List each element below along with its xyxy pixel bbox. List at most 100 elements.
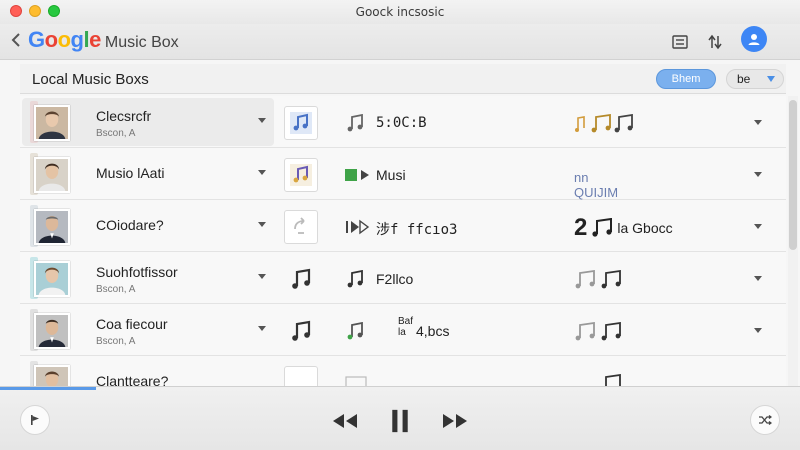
minimize-window-button[interactable]: [29, 5, 41, 17]
section-select[interactable]: be: [726, 69, 784, 89]
music-tile[interactable]: [284, 262, 318, 296]
track-type: [345, 166, 373, 184]
list-item[interactable]: COiodare? 涉f ffcıo3 2 la Gbocc: [20, 200, 786, 252]
document-icon: [345, 376, 367, 386]
queue-button[interactable]: [20, 405, 50, 435]
select-value: be: [737, 72, 751, 86]
album-thumbnail: [30, 257, 72, 299]
artist-photo: [34, 313, 70, 349]
title-bar: Goock incsosic: [0, 0, 800, 24]
account-button[interactable]: [741, 26, 767, 52]
track-tags: [574, 269, 624, 291]
zoom-window-button[interactable]: [48, 5, 60, 17]
track-tags: [574, 321, 624, 343]
track-duration: 5:0C:B: [376, 115, 427, 131]
shuffle-icon: [759, 415, 772, 425]
window-title: Goock incsosic: [355, 5, 445, 19]
music-note-icon: [290, 164, 312, 186]
music-note-icon: [347, 114, 363, 132]
row-subtitle: Bscon, A: [96, 336, 136, 347]
list-item[interactable]: Clantteare?: [20, 356, 786, 386]
artist-photo: [34, 365, 70, 386]
row-expand-toggle[interactable]: [754, 120, 762, 125]
track-tags: [574, 373, 624, 386]
track-type: [345, 322, 373, 340]
app-name: Music Box: [104, 34, 179, 51]
list-scrollbar[interactable]: [788, 96, 798, 386]
track-tags: nn QUIJIM: [574, 165, 619, 200]
music-tile[interactable]: [284, 106, 318, 140]
music-tile[interactable]: [284, 158, 318, 192]
rewind-icon: [333, 414, 357, 428]
chevron-left-icon: [11, 33, 20, 47]
row-options-toggle[interactable]: [258, 326, 266, 331]
fast-forward-button[interactable]: [440, 407, 470, 435]
track-type: [345, 374, 373, 386]
user-icon: [748, 34, 760, 45]
share-arrow-icon: [294, 217, 305, 234]
player-bar: [0, 386, 800, 450]
green-square-icon: [345, 169, 369, 181]
close-window-button[interactable]: [10, 5, 22, 17]
track-tags: 2 la Gbocc: [574, 214, 673, 241]
playback-progress[interactable]: [0, 387, 96, 390]
row-expand-toggle[interactable]: [754, 172, 762, 177]
sort-icon: [708, 34, 722, 50]
music-notes-icon: [605, 374, 621, 386]
person-portrait-icon: [36, 211, 68, 243]
flag-icon: [31, 415, 39, 425]
row-subtitle: Bscon, A: [96, 284, 136, 295]
row-expand-toggle[interactable]: [754, 224, 762, 229]
music-box-list: Clecsrcfr Bscon, A 5:0C:B Musio lAati Mu…: [20, 96, 786, 386]
app-brand: Google Music Box: [28, 27, 179, 53]
rewind-button[interactable]: [330, 407, 360, 435]
logo-letter: o: [57, 27, 71, 52]
row-expand-toggle[interactable]: [754, 328, 762, 333]
shuffle-button[interactable]: [750, 405, 780, 435]
row-options-toggle[interactable]: [258, 222, 266, 227]
album-thumbnail: [30, 205, 72, 247]
logo-letter: G: [28, 27, 45, 52]
row-subtitle: Bscon, A: [96, 128, 136, 139]
pause-button[interactable]: [385, 407, 415, 435]
section-action-button[interactable]: Bhem: [656, 69, 716, 89]
row-options-toggle[interactable]: [258, 170, 266, 175]
artist-photo: [34, 261, 70, 297]
music-note-icon: [292, 320, 311, 341]
pause-icon: [392, 409, 408, 433]
list-item[interactable]: Clecsrcfr Bscon, A 5:0C:B: [20, 96, 786, 148]
track-duration: 涉f ffcıo3: [376, 222, 458, 238]
list-item[interactable]: Musio lAati Musi nn QUIJIM: [20, 148, 786, 200]
track-tag-text: nn QUIJIM: [574, 170, 619, 200]
skip-next-icon: [346, 219, 370, 235]
person-portrait-icon: [36, 159, 68, 191]
back-button[interactable]: [8, 28, 24, 52]
logo-letter: o: [44, 27, 58, 52]
music-tile[interactable]: [284, 366, 318, 386]
list-item[interactable]: Suohfotfissor Bscon, A F2llco: [20, 252, 786, 304]
music-tile[interactable]: [284, 314, 318, 348]
person-portrait-icon: [36, 367, 68, 386]
row-expand-toggle[interactable]: [754, 276, 762, 281]
row-options-toggle[interactable]: [258, 274, 266, 279]
artist-photo: [34, 209, 70, 245]
music-tile[interactable]: [284, 210, 318, 244]
track-type: [345, 218, 373, 236]
track-number: 2: [574, 214, 588, 241]
row-title: Clantteare?: [96, 373, 169, 386]
scrollbar-thumb[interactable]: [789, 100, 797, 250]
row-title: Musio lAati: [96, 165, 165, 181]
list-item[interactable]: Coa fiecour Bscon, A Baf la 4,bcs: [20, 304, 786, 356]
window-controls: [10, 5, 60, 17]
person-portrait-icon: [36, 263, 68, 295]
album-thumbnail: [30, 309, 72, 351]
list-view-button[interactable]: [667, 29, 693, 55]
track-duration: F2llco: [376, 271, 414, 287]
row-options-toggle[interactable]: [258, 118, 266, 123]
sort-button[interactable]: [702, 29, 728, 55]
album-thumbnail: [30, 361, 72, 386]
music-notes-icon: [575, 270, 621, 289]
chevron-down-icon: [767, 76, 775, 82]
track-tag-text: la Gbocc: [617, 220, 673, 236]
track-duration: Musi: [376, 167, 406, 183]
